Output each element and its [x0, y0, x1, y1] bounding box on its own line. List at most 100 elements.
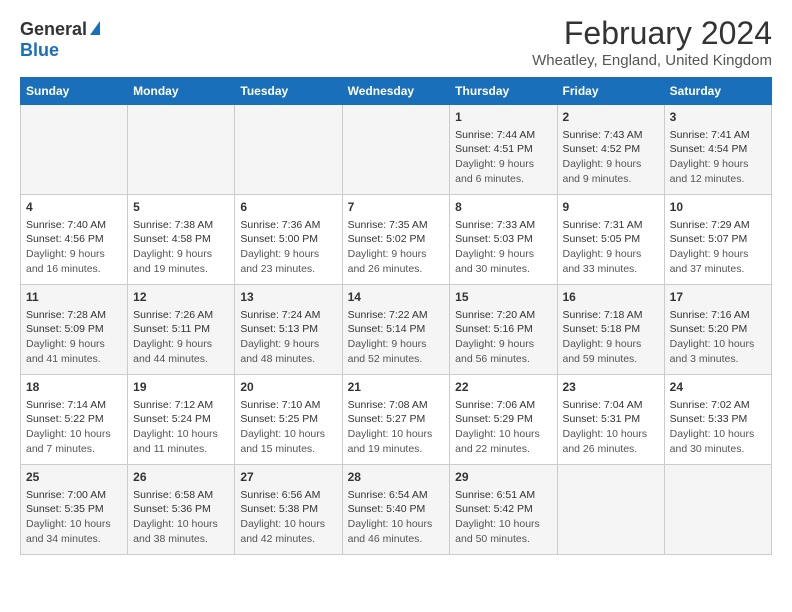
day-info: Sunrise: 7:12 AMSunset: 5:24 PMDaylight:…: [133, 398, 229, 457]
calendar-cell: 8 Sunrise: 7:33 AMSunset: 5:03 PMDaylight…: [450, 195, 557, 285]
daylight-label: Daylight: 10 hours and 19 minutes.: [348, 428, 433, 455]
daylight-label: Daylight: 9 hours and 48 minutes.: [240, 338, 319, 365]
daylight-label: Daylight: 10 hours and 3 minutes.: [670, 338, 755, 365]
day-info: Sunrise: 7:36 AMSunset: 5:00 PMDaylight:…: [240, 218, 336, 277]
calendar-cell: 2Sunrise: 7:43 AMSunset: 4:52 PMDaylight…: [557, 105, 664, 195]
daylight-label: Daylight: 10 hours and 46 minutes.: [348, 518, 433, 545]
day-info: Sunrise: 7:20 AMSunset: 5:16 PMDaylight:…: [455, 308, 551, 367]
day-info: Sunrise: 7:10 AMSunset: 5:25 PMDaylight:…: [240, 398, 336, 457]
calendar-cell: 29 Sunrise: 6:51 AMSunset: 5:42 PMDayligh…: [450, 465, 557, 555]
day-number: 27: [240, 469, 336, 486]
day-number: 1: [455, 109, 551, 126]
day-number: 15: [455, 289, 551, 306]
calendar-week-5: 25 Sunrise: 7:00 AMSunset: 5:35 PMDayligh…: [21, 465, 772, 555]
calendar-cell: 5 Sunrise: 7:38 AMSunset: 4:58 PMDaylight…: [128, 195, 235, 285]
calendar-cell: 27 Sunrise: 6:56 AMSunset: 5:38 PMDayligh…: [235, 465, 342, 555]
col-wednesday: Wednesday: [342, 78, 450, 105]
day-number: 6: [240, 199, 336, 216]
day-number: 8: [455, 199, 551, 216]
day-info: Sunrise: 7:26 AMSunset: 5:11 PMDaylight:…: [133, 308, 229, 367]
day-info: Sunrise: 7:29 AMSunset: 5:07 PMDaylight:…: [670, 218, 766, 277]
day-info: Sunrise: 6:56 AMSunset: 5:38 PMDaylight:…: [240, 488, 336, 547]
day-number: 12: [133, 289, 229, 306]
day-number: 25: [26, 469, 122, 486]
day-info: Sunrise: 7:22 AMSunset: 5:14 PMDaylight:…: [348, 308, 445, 367]
daylight-label: Daylight: 9 hours and 23 minutes.: [240, 248, 319, 275]
daylight-label: Daylight: 9 hours and 44 minutes.: [133, 338, 212, 365]
day-number: 23: [563, 379, 659, 396]
daylight-label: Daylight: 10 hours and 38 minutes.: [133, 518, 218, 545]
col-thursday: Thursday: [450, 78, 557, 105]
day-info: Sunrise: 7:33 AMSunset: 5:03 PMDaylight:…: [455, 218, 551, 277]
day-info: Sunrise: 7:31 AMSunset: 5:05 PMDaylight:…: [563, 218, 659, 277]
day-info: Sunrise: 7:40 AMSunset: 4:56 PMDaylight:…: [26, 218, 122, 277]
day-info: Sunrise: 7:18 AMSunset: 5:18 PMDaylight:…: [563, 308, 659, 367]
calendar-title: February 2024: [532, 15, 772, 52]
daylight-label: Daylight: 9 hours and 33 minutes.: [563, 248, 642, 275]
daylight-label: Daylight: 9 hours and 59 minutes.: [563, 338, 642, 365]
day-number: 13: [240, 289, 336, 306]
calendar-cell: 26 Sunrise: 6:58 AMSunset: 5:36 PMDayligh…: [128, 465, 235, 555]
calendar-cell: 28 Sunrise: 6:54 AMSunset: 5:40 PMDayligh…: [342, 465, 450, 555]
day-info: Sunrise: 6:51 AMSunset: 5:42 PMDaylight:…: [455, 488, 551, 547]
day-number: 28: [348, 469, 445, 486]
daylight-label: Daylight: 10 hours and 11 minutes.: [133, 428, 218, 455]
col-sunday: Sunday: [21, 78, 128, 105]
day-info: Sunrise: 7:04 AMSunset: 5:31 PMDaylight:…: [563, 398, 659, 457]
calendar-cell: 18Sunrise: 7:14 AMSunset: 5:22 PMDayligh…: [21, 375, 128, 465]
calendar-cell: 22Sunrise: 7:06 AMSunset: 5:29 PMDayligh…: [450, 375, 557, 465]
calendar-cell: 9Sunrise: 7:31 AMSunset: 5:05 PMDaylight…: [557, 195, 664, 285]
day-info: Sunrise: 7:16 AMSunset: 5:20 PMDaylight:…: [670, 308, 766, 367]
calendar-cell: 20 Sunrise: 7:10 AMSunset: 5:25 PMDayligh…: [235, 375, 342, 465]
day-number: 29: [455, 469, 551, 486]
day-number: 22: [455, 379, 551, 396]
logo: General Blue: [20, 19, 100, 61]
daylight-label: Daylight: 10 hours and 22 minutes.: [455, 428, 540, 455]
calendar-week-1: 1Sunrise: 7:44 AMSunset: 4:51 PMDaylight…: [21, 105, 772, 195]
day-info: Sunrise: 7:35 AMSunset: 5:02 PMDaylight:…: [348, 218, 445, 277]
daylight-label: Daylight: 10 hours and 42 minutes.: [240, 518, 325, 545]
daylight-label: Daylight: 9 hours and 37 minutes.: [670, 248, 749, 275]
day-info: Sunrise: 7:00 AMSunset: 5:35 PMDaylight:…: [26, 488, 122, 547]
daylight-label: Daylight: 9 hours and 19 minutes.: [133, 248, 212, 275]
day-info: Sunrise: 7:38 AMSunset: 4:58 PMDaylight:…: [133, 218, 229, 277]
calendar-cell: [21, 105, 128, 195]
day-number: 3: [670, 109, 766, 126]
header-row: Sunday Monday Tuesday Wednesday Thursday…: [21, 78, 772, 105]
day-number: 16: [563, 289, 659, 306]
day-number: 17: [670, 289, 766, 306]
day-info: Sunrise: 7:08 AMSunset: 5:27 PMDaylight:…: [348, 398, 445, 457]
day-info: Sunrise: 7:28 AMSunset: 5:09 PMDaylight:…: [26, 308, 122, 367]
calendar-body: 1Sunrise: 7:44 AMSunset: 4:51 PMDaylight…: [21, 105, 772, 555]
day-number: 20: [240, 379, 336, 396]
calendar-cell: [235, 105, 342, 195]
logo-general-text: General: [20, 19, 87, 40]
calendar-cell: 13Sunrise: 7:24 AMSunset: 5:13 PMDayligh…: [235, 285, 342, 375]
daylight-label: Daylight: 9 hours and 12 minutes.: [670, 158, 749, 185]
calendar-cell: [557, 465, 664, 555]
calendar-cell: [342, 105, 450, 195]
day-number: 26: [133, 469, 229, 486]
calendar-cell: 6 Sunrise: 7:36 AMSunset: 5:00 PMDaylight…: [235, 195, 342, 285]
day-number: 19: [133, 379, 229, 396]
calendar-cell: 16 Sunrise: 7:18 AMSunset: 5:18 PMDayligh…: [557, 285, 664, 375]
col-friday: Friday: [557, 78, 664, 105]
calendar-cell: 12 Sunrise: 7:26 AMSunset: 5:11 PMDayligh…: [128, 285, 235, 375]
logo-arrow-icon: [90, 21, 100, 35]
col-monday: Monday: [128, 78, 235, 105]
daylight-label: Daylight: 9 hours and 6 minutes.: [455, 158, 534, 185]
day-number: 5: [133, 199, 229, 216]
day-info: Sunrise: 6:54 AMSunset: 5:40 PMDaylight:…: [348, 488, 445, 547]
day-info: Sunrise: 6:58 AMSunset: 5:36 PMDaylight:…: [133, 488, 229, 547]
calendar-week-2: 4Sunrise: 7:40 AMSunset: 4:56 PMDaylight…: [21, 195, 772, 285]
daylight-label: Daylight: 10 hours and 50 minutes.: [455, 518, 540, 545]
day-number: 14: [348, 289, 445, 306]
daylight-label: Daylight: 9 hours and 16 minutes.: [26, 248, 105, 275]
day-number: 21: [348, 379, 445, 396]
day-info: Sunrise: 7:43 AMSunset: 4:52 PMDaylight:…: [563, 128, 659, 187]
daylight-label: Daylight: 10 hours and 15 minutes.: [240, 428, 325, 455]
daylight-label: Daylight: 9 hours and 56 minutes.: [455, 338, 534, 365]
calendar-cell: 11Sunrise: 7:28 AMSunset: 5:09 PMDayligh…: [21, 285, 128, 375]
calendar-cell: 1Sunrise: 7:44 AMSunset: 4:51 PMDaylight…: [450, 105, 557, 195]
daylight-label: Daylight: 9 hours and 9 minutes.: [563, 158, 642, 185]
